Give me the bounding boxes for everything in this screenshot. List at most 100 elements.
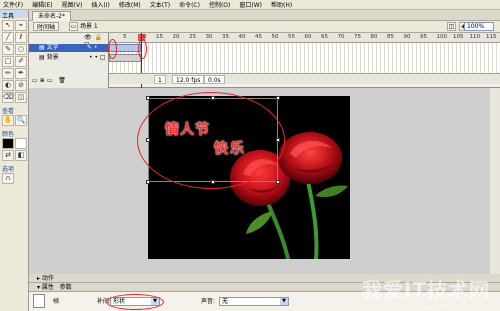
zoom-select[interactable]: 100%	[464, 22, 494, 31]
color-tool-grid: ⇄ ◧	[0, 136, 28, 163]
fill-color-swatch[interactable]	[15, 138, 27, 149]
timeline-toggle-button[interactable]: 时间轴	[33, 22, 60, 31]
hand-icon[interactable]: ✋	[2, 115, 14, 126]
default-colors-icon[interactable]: ◧	[15, 150, 27, 161]
frame-number: 105	[453, 34, 464, 40]
frame-number: 70	[337, 34, 345, 40]
frame-number: 40	[238, 34, 246, 40]
vertical-scrollbar[interactable]	[490, 88, 500, 274]
stroke-color-swatch[interactable]	[2, 138, 14, 149]
frame-rate: 12.0 fps	[172, 75, 205, 84]
watermark-text: 我爱IT技术网	[361, 278, 490, 302]
document-tab[interactable]: 未命名-2*	[32, 11, 71, 21]
layer-icon: ▤	[39, 44, 47, 51]
timeline-status-bar: 1 12.0 fps 0.0s	[109, 73, 500, 84]
frame-number: 20	[172, 34, 180, 40]
layer-name: 文字	[46, 44, 59, 51]
frame-number: 55	[288, 34, 295, 40]
frame-number: 65	[321, 34, 328, 40]
annotation-ellipse-tween	[106, 294, 164, 310]
frame-label: 帧	[53, 298, 60, 305]
menu-item[interactable]: 文件(F)	[3, 0, 23, 9]
magnet-icon[interactable]: ∩	[2, 173, 14, 184]
frame-number: 30	[205, 34, 213, 40]
tool-icon[interactable]: ✒	[15, 68, 27, 79]
frame-ruler[interactable]: 5101520253035404550556065707580859095100…	[109, 33, 500, 43]
zoom-icon[interactable]: 🔍	[15, 115, 27, 126]
menu-item[interactable]: 插入(I)	[91, 0, 109, 9]
layer-visibility-dots: • • □	[89, 54, 106, 61]
tool-icon[interactable]: ↖	[2, 20, 14, 31]
menu-item[interactable]: 命令(C)	[179, 0, 200, 9]
watermark-url: www.52ij.com	[423, 304, 465, 311]
layer-row-background[interactable]: ▤ 背景 • • □	[29, 54, 109, 62]
tool-icon[interactable]: ✏	[2, 68, 14, 79]
tool-icon[interactable]: ℓ	[15, 32, 27, 43]
menu-item[interactable]: 窗口(W)	[239, 0, 262, 9]
menu-item[interactable]: 控制(O)	[209, 0, 230, 9]
sound-select[interactable]: 无 ▼	[219, 297, 289, 306]
options-section-label: 选项	[2, 166, 15, 173]
menu-item[interactable]: 文本(T)	[150, 0, 170, 9]
frame-number: 110	[469, 34, 481, 40]
frame-number: 35	[222, 34, 229, 40]
edit-bar: 时间轴 ▭ 场景 1 ◫ ◈ 100%	[29, 21, 500, 33]
tool-icon[interactable]: ⊘	[15, 80, 27, 91]
frames-area[interactable]	[109, 43, 500, 73]
tab-properties[interactable]: 属性	[42, 284, 54, 291]
option-tool-grid: ∩	[0, 171, 28, 186]
tool-icon[interactable]: ╱	[2, 32, 14, 43]
view-section-label: 查看	[2, 108, 15, 115]
layer-name: 背景	[46, 54, 59, 61]
resize-handle-br[interactable]	[276, 180, 280, 184]
edit-scene-icon[interactable]: ◫	[447, 22, 456, 31]
view-tool-grid: ✋ 🔍	[0, 113, 28, 128]
actions-label: 动作	[41, 275, 54, 282]
tool-grid: ↖ ⌖ ╱ ℓ ✎ ○ □ ✐ ✏ ✒ ◐ ⊘ ⌫ ◫	[0, 18, 28, 105]
chevron-down-icon: ▼	[280, 298, 288, 305]
sound-value: 无	[222, 298, 229, 305]
toolbox-title: 工具	[0, 10, 28, 20]
layer-row-text[interactable]: ▤ 文字 ✎ •	[29, 44, 109, 52]
tool-icon[interactable]: ✎	[2, 44, 14, 55]
layer-panel: 👁🔒□ ▤ 文字 ✎ • ▤ 背景 • • □ ▭⊕▭ 🗑	[29, 33, 109, 88]
tab-parameters[interactable]: 参数	[60, 284, 72, 291]
elapsed-time: 0.0s	[204, 75, 225, 84]
add-layer-icons[interactable]: ▭⊕▭ 🗑	[32, 77, 68, 84]
pencil-icon: ✎ •	[87, 44, 98, 51]
frame-number: 25	[189, 34, 196, 40]
frame-icon	[33, 294, 45, 308]
current-frame: 1	[154, 75, 166, 84]
sound-label: 声音:	[201, 298, 216, 305]
tool-icon[interactable]: ◐	[2, 80, 14, 91]
frame-number: 50	[271, 34, 279, 40]
swap-colors-icon[interactable]: ⇄	[2, 150, 14, 161]
menu-item[interactable]: 帮助(H)	[271, 0, 292, 9]
frame-number: 115	[486, 34, 497, 40]
resize-handle-bl[interactable]	[146, 180, 150, 184]
menu-item[interactable]: 编辑(E)	[32, 0, 52, 9]
frame-number: 5	[123, 34, 127, 40]
resize-handle-tr[interactable]	[276, 96, 280, 100]
frame-number: 45	[255, 34, 262, 40]
frame-number: 75	[354, 34, 361, 40]
layer-icon: ▤	[39, 54, 47, 61]
tool-icon[interactable]: □	[2, 56, 14, 67]
tool-icon[interactable]: ⌖	[15, 20, 27, 31]
timeline-panel: 👁🔒□ ▤ 文字 ✎ • ▤ 背景 • • □ ▭⊕▭ 🗑 5101520253…	[29, 33, 500, 88]
toolbox: 工具 ↖ ⌖ ╱ ℓ ✎ ○ □ ✐ ✏ ✒ ◐ ⊘ ⌫ ◫ 查看 ✋ 🔍 颜色 ⇄ ◧ 选项 ∩	[0, 10, 29, 311]
frame-number: 85	[387, 34, 394, 40]
menu-item[interactable]: 修改(M)	[119, 0, 141, 9]
color-section-label: 颜色	[2, 131, 15, 138]
tool-icon[interactable]: ✐	[15, 56, 27, 67]
frame-number: 100	[436, 34, 448, 40]
tool-icon[interactable]: ◫	[15, 92, 27, 103]
scene-icon: ▭	[69, 22, 78, 31]
resize-handle-tl[interactable]	[146, 96, 150, 100]
frame-number: 80	[370, 34, 378, 40]
document-tab-bar: 未命名-2*	[29, 10, 500, 21]
frame-number: 60	[304, 34, 312, 40]
tool-icon[interactable]: ○	[15, 44, 27, 55]
tool-icon[interactable]: ⌫	[2, 92, 14, 103]
menu-item[interactable]: 视图(V)	[62, 0, 83, 9]
